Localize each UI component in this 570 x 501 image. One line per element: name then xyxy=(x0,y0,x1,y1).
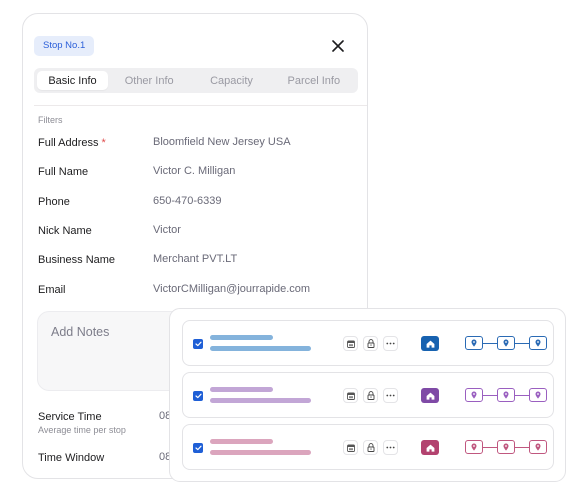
field-label: Nick Name xyxy=(38,225,92,237)
field-label: Full Address * xyxy=(38,137,106,149)
field-value[interactable]: Victor C. Milligan xyxy=(153,165,235,177)
home-icon xyxy=(426,392,434,400)
calendar-icon xyxy=(346,392,355,400)
route-subtitle-placeholder xyxy=(210,450,311,455)
lock-icon xyxy=(367,443,375,452)
field-full-name: Full Name Victor C. Milligan xyxy=(38,165,358,182)
more-icon xyxy=(386,446,395,449)
route-row[interactable] xyxy=(182,372,554,418)
field-business-name: Business Name Merchant PVT.LT xyxy=(38,253,358,270)
more-options-button[interactable] xyxy=(383,336,398,351)
route-checkbox[interactable] xyxy=(193,339,203,349)
schedule-button[interactable] xyxy=(343,388,358,403)
route-connector xyxy=(515,395,529,396)
map-pin-icon xyxy=(471,391,477,399)
field-label: Time Window xyxy=(38,452,105,464)
more-options-button[interactable] xyxy=(383,388,398,403)
route-title-placeholder xyxy=(210,387,273,392)
lock-icon xyxy=(367,391,375,400)
field-phone: Phone 650-470-6339 xyxy=(38,195,358,212)
map-pin-icon xyxy=(535,443,541,451)
lock-button[interactable] xyxy=(363,440,378,455)
field-sublabel: Average time per stop xyxy=(38,425,126,435)
map-pin-icon xyxy=(503,443,509,451)
route-connector xyxy=(483,447,497,448)
notes-placeholder: Add Notes xyxy=(51,325,110,339)
stop-pin-button[interactable] xyxy=(497,388,515,402)
lock-icon xyxy=(367,339,375,348)
field-label: Full Name xyxy=(38,166,89,178)
schedule-button[interactable] xyxy=(343,336,358,351)
map-pin-icon xyxy=(503,391,509,399)
field-email: Email VictorCMilligan@jourrapide.com xyxy=(38,283,358,300)
field-nick-name: Nick Name Victor xyxy=(38,224,358,241)
field-label: Phone xyxy=(38,196,70,208)
map-pin-icon xyxy=(471,443,477,451)
field-label-text: Full Address xyxy=(38,137,99,149)
stop-badge: Stop No.1 xyxy=(34,36,95,56)
route-connector xyxy=(483,343,497,344)
route-subtitle-placeholder xyxy=(210,398,311,403)
lock-button[interactable] xyxy=(363,388,378,403)
close-button[interactable] xyxy=(329,37,347,55)
route-title-placeholder xyxy=(210,335,273,340)
tab-other-info[interactable]: Other Info xyxy=(108,71,190,90)
route-checkbox[interactable] xyxy=(193,391,203,401)
stop-pin-button[interactable] xyxy=(529,388,547,402)
filters-label: Filters xyxy=(38,115,63,125)
route-connector xyxy=(483,395,497,396)
stop-pin-button[interactable] xyxy=(529,336,547,350)
field-value[interactable]: Victor xyxy=(153,224,181,236)
stop-pin-button[interactable] xyxy=(465,388,483,402)
tab-bar: Basic Info Other Info Capacity Parcel In… xyxy=(34,68,358,93)
field-value[interactable]: Bloomfield New Jersey USA xyxy=(153,136,291,148)
calendar-icon xyxy=(346,444,355,452)
tab-capacity[interactable]: Capacity xyxy=(190,71,272,90)
route-list-card xyxy=(169,308,566,482)
route-subtitle-placeholder xyxy=(210,346,311,351)
field-value[interactable]: 650-470-6339 xyxy=(153,195,222,207)
map-pin-icon xyxy=(503,339,509,347)
stop-pin-button[interactable] xyxy=(529,440,547,454)
field-label: Email xyxy=(38,284,66,296)
field-label: Service Time xyxy=(38,411,102,423)
route-row[interactable] xyxy=(182,320,554,366)
schedule-button[interactable] xyxy=(343,440,358,455)
more-icon xyxy=(386,394,395,397)
route-checkbox[interactable] xyxy=(193,443,203,453)
home-stop-button[interactable] xyxy=(421,440,439,455)
calendar-icon xyxy=(346,340,355,348)
lock-button[interactable] xyxy=(363,336,378,351)
check-icon xyxy=(194,341,202,347)
stop-pin-button[interactable] xyxy=(465,336,483,350)
map-pin-icon xyxy=(535,391,541,399)
tab-basic-info[interactable]: Basic Info xyxy=(37,71,108,90)
field-label: Business Name xyxy=(38,254,116,266)
stop-pin-button[interactable] xyxy=(497,336,515,350)
stop-pin-button[interactable] xyxy=(497,440,515,454)
home-stop-button[interactable] xyxy=(421,388,439,403)
route-row[interactable] xyxy=(182,424,554,470)
tab-parcel-info[interactable]: Parcel Info xyxy=(273,71,355,90)
field-full-address: Full Address * Bloomfield New Jersey USA xyxy=(38,136,358,153)
close-icon xyxy=(332,40,344,52)
route-title-placeholder xyxy=(210,439,273,444)
more-icon xyxy=(386,342,395,345)
home-icon xyxy=(426,444,434,452)
stage: Stop No.1 Basic Info Other Info Capacity… xyxy=(0,0,570,501)
home-icon xyxy=(426,340,434,348)
route-connector xyxy=(515,343,529,344)
field-value[interactable]: Merchant PVT.LT xyxy=(153,253,237,265)
route-connector xyxy=(515,447,529,448)
more-options-button[interactable] xyxy=(383,440,398,455)
stop-pin-button[interactable] xyxy=(465,440,483,454)
check-icon xyxy=(194,393,202,399)
home-stop-button[interactable] xyxy=(421,336,439,351)
map-pin-icon xyxy=(535,339,541,347)
check-icon xyxy=(194,445,202,451)
divider xyxy=(34,105,367,106)
required-mark: * xyxy=(101,137,106,149)
map-pin-icon xyxy=(471,339,477,347)
field-value[interactable]: VictorCMilligan@jourrapide.com xyxy=(153,283,310,295)
